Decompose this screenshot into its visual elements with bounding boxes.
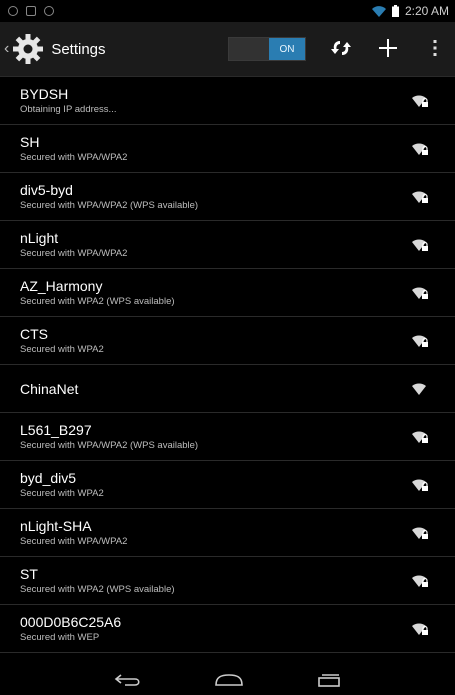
up-caret-icon[interactable]: ‹ [4,40,9,58]
network-item[interactable]: byd_div5 Secured with WPA2 [0,461,455,509]
network-name: nLight [20,229,59,246]
network-text: byd_div5 Secured with WPA2 [20,470,411,500]
network-item[interactable]: ST Secured with WPA2 (WPS available) [0,557,455,605]
network-item[interactable]: L561_B297 Secured with WPA/WPA2 (WPS avai… [0,413,455,461]
network-name: nLight-SHA [20,517,92,534]
network-text: ChinaNet [20,381,411,397]
network-status: Secured with WPA2 [20,343,104,355]
wifi-secured-icon [412,94,428,107]
network-status: Secured with WPA/WPA2 (WPS available) [20,439,199,451]
network-status: Obtaining IP address... [20,103,117,115]
network-status: Secured with WPA/WPA2 [20,247,128,259]
wifi-secured-icon [412,526,428,539]
network-text: BYDSH Obtaining IP address... [20,86,411,116]
wifi-secured-icon [412,478,428,491]
battery-icon [391,5,399,17]
status-system: 2:20 AM [371,4,455,18]
status-bar: 2:20 AM [0,0,455,22]
wifi-secured-icon [412,142,428,155]
wifi-secured-icon [412,238,428,251]
network-text: SH Secured with WPA/WPA2 [20,134,411,164]
network-item[interactable]: SH Secured with WPA/WPA2 [0,125,455,173]
network-name: AZ_Harmony [20,277,103,294]
network-item[interactable]: AZ_Harmony Secured with WPA2 (WPS availab… [0,269,455,317]
network-text: CTS Secured with WPA2 [20,326,411,356]
network-status: Secured with WEP [20,631,100,643]
network-text: AZ_Harmony Secured with WPA2 (WPS availab… [20,278,411,308]
network-item[interactable]: nLight-SHA Secured with WPA/WPA2 [0,509,455,557]
wifi-secured-icon [412,574,428,587]
network-name: 000D0B6C25A6 [20,613,122,630]
recents-icon[interactable] [315,673,343,687]
back-icon[interactable] [113,673,143,687]
network-text: nLight Secured with WPA/WPA2 [20,230,411,260]
network-name: div5-byd [20,181,73,198]
network-status: Secured with WPA2 (WPS available) [20,295,175,307]
navigation-bar [0,665,455,695]
home-icon[interactable] [213,673,245,687]
network-name: byd_div5 [20,469,77,486]
network-name: CTS [20,325,48,342]
network-status: Secured with WPA/WPA2 [20,535,128,547]
network-status: Secured with WPA/WPA2 (WPS available) [20,199,199,211]
network-text: 000D0B6C25A6 Secured with WEP [20,614,411,644]
network-item[interactable]: 000D0B6C25A6 Secured with WEP [0,605,455,653]
network-status: Secured with WPA/WPA2 [20,151,128,163]
overflow-menu-icon[interactable] [421,34,449,62]
wifi-secured-icon [412,430,428,443]
wifi-network-list: BYDSH Obtaining IP address... SH Secured wi… [0,77,455,665]
network-item[interactable]: CTS Secured with WPA2 [0,317,455,365]
network-status: Secured with WPA2 [20,487,104,499]
network-name: ST [20,565,38,582]
screenshot-icon [26,6,36,16]
network-status: Secured with WPA2 (WPS available) [20,583,175,595]
add-network-icon[interactable] [374,34,402,62]
notification-icon [8,6,18,16]
network-item[interactable]: nLight Secured with WPA/WPA2 [0,221,455,269]
network-name: L561_B297 [20,421,92,438]
wifi-secured-icon [412,622,428,635]
wifi-signal-icon [371,5,386,17]
wifi-secured-icon [412,190,428,203]
network-item[interactable]: BYDSH Obtaining IP address... [0,77,455,125]
network-item[interactable]: div5-byd Secured with WPA/WPA2 (WPS avail… [0,173,455,221]
network-text: div5-byd Secured with WPA/WPA2 (WPS avail… [20,182,411,212]
status-notifications [0,6,54,16]
network-text: ST Secured with WPA2 (WPS available) [20,566,411,596]
network-name: BYDSH [20,85,69,102]
wifi-toggle-on-label: ON [269,38,305,60]
wifi-toggle[interactable]: ON [228,37,306,61]
wifi-secured-icon [412,334,428,347]
network-text: nLight-SHA Secured with WPA/WPA2 [20,518,411,548]
action-bar: ‹ Settings ON [0,22,455,77]
network-item[interactable]: ChinaNet [0,365,455,413]
network-name: ChinaNet [20,380,79,397]
network-text: L561_B297 Secured with WPA/WPA2 (WPS avai… [20,422,411,452]
app-title: Settings [51,40,106,58]
android-icon [44,6,54,16]
clock: 2:20 AM [404,4,449,18]
gear-icon[interactable] [11,32,45,66]
wps-push-icon[interactable] [327,34,355,62]
wifi-secured-icon [412,286,428,299]
network-name: SH [20,133,40,150]
wifi-open-icon [412,382,426,395]
network-item[interactable]: CM512-688c2cSecured with WPA2 (WPS avail… [0,653,455,666]
